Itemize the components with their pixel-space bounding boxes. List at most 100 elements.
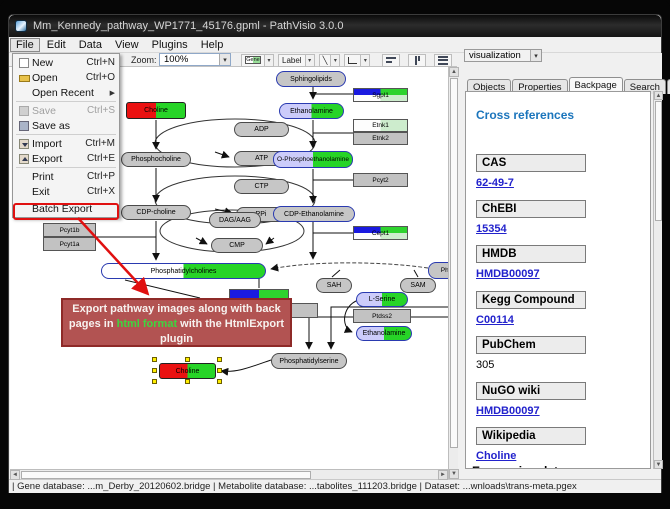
gene-pcyt1a[interactable]: Pcyt1a — [43, 237, 96, 251]
node-l-serine[interactable]: L-Serine — [356, 292, 408, 307]
gene-node-icon: Gene — [245, 56, 261, 64]
file-menu-exit[interactable]: ExitCtrl+X — [13, 184, 119, 199]
node-dag-aag[interactable]: DAG/AAG — [209, 212, 261, 228]
canvas-vscroll-thumb[interactable] — [450, 78, 458, 448]
export-icon — [19, 154, 29, 164]
selection-handle[interactable] — [152, 379, 157, 384]
line-tool-button[interactable]: ╲ — [319, 54, 332, 67]
node-sah[interactable]: SAH — [316, 278, 352, 293]
xref-link-hmdb[interactable]: HMDB00097 — [476, 268, 540, 280]
canvas-scroll-up-icon[interactable]: ▲ — [449, 67, 459, 77]
node-cmp[interactable]: CMP — [211, 238, 263, 253]
file-menu-save[interactable]: SaveCtrl+S — [13, 103, 119, 118]
file-menu-save-as[interactable]: Save as — [13, 118, 119, 133]
file-menu-open[interactable]: OpenCtrl+O — [13, 70, 119, 85]
label-tool-dropdown[interactable]: ▾ — [306, 54, 315, 67]
title-bar: Mm_Kennedy_pathway_WP1771_45176.gpml - P… — [9, 15, 661, 37]
xref-link-chebi[interactable]: 15354 — [476, 223, 507, 235]
gene-etnk2[interactable]: Etnk2 — [353, 132, 408, 145]
annotation-highlight-text: html format — [117, 318, 178, 330]
menu-data[interactable]: Data — [73, 38, 108, 52]
file-menu-export[interactable]: ExportCtrl+E — [13, 151, 119, 166]
xref-link-wikipedia[interactable]: Choline — [476, 450, 516, 462]
gene-sgpl1[interactable]: Sgpl1 — [353, 88, 408, 102]
xref-header-hmdb: HMDB — [476, 245, 586, 263]
node-ethanolamine-bottom[interactable]: Ethanolamine — [356, 326, 412, 341]
cross-references-heading: Cross references — [476, 108, 574, 122]
sidepanel-tabs: ObjectsPropertiesBackpageSearchLegend — [467, 77, 670, 92]
file-menu-import[interactable]: ImportCtrl+M — [13, 136, 119, 151]
node-cdp-choline[interactable]: CDP-choline — [121, 205, 191, 220]
visualization-dropdown-arrow[interactable]: ▾ — [530, 50, 541, 61]
node-cdp-ethanolamine[interactable]: CDP-Ethanolamine — [273, 206, 355, 222]
selection-handle[interactable] — [217, 357, 222, 362]
canvas-scroll-right-icon[interactable]: ► — [438, 470, 448, 480]
gene-tool-button[interactable]: Gene — [241, 54, 265, 67]
file-menu-new[interactable]: NewCtrl+N — [13, 55, 119, 70]
save-as-icon — [19, 121, 29, 131]
canvas-scroll-down-icon[interactable]: ▼ — [449, 469, 459, 479]
gene-etnk1[interactable]: Etnk1 — [353, 119, 408, 132]
menu-help[interactable]: Help — [195, 38, 230, 52]
node-phosphatidylethanolamines[interactable]: Phosphatidylethanolamines — [428, 262, 448, 279]
node-choline-bottom[interactable]: Choline — [159, 363, 216, 379]
line-tool-dropdown[interactable]: ▾ — [331, 54, 340, 67]
gene-pcyt2[interactable]: Pcyt2 — [353, 173, 408, 187]
zoom-value: 100% — [164, 54, 188, 65]
file-menu-print[interactable]: PrintCtrl+P — [13, 169, 119, 184]
node-sam[interactable]: SAM — [400, 278, 436, 293]
connector-tool-dropdown[interactable]: ▾ — [361, 54, 370, 67]
menu-file[interactable]: File — [10, 38, 40, 52]
node-phosphatidylcholines[interactable]: Phosphatidylcholines — [101, 263, 266, 279]
align-center-button[interactable] — [382, 54, 400, 67]
node-phosphocholine[interactable]: Phosphocholine — [121, 152, 191, 167]
xref-link-nugo[interactable]: HMDB00097 — [476, 405, 540, 417]
canvas-horizontal-scrollbar[interactable]: ◄ ► — [10, 469, 448, 479]
panel-scroll-down-icon[interactable]: ▼ — [654, 460, 663, 469]
selection-handle[interactable] — [185, 379, 190, 384]
canvas-scroll-left-icon[interactable]: ◄ — [10, 470, 20, 480]
node-sphingolipids[interactable]: Sphingolipids — [276, 71, 346, 87]
panel-scroll-up-icon[interactable]: ▲ — [654, 91, 663, 100]
zoom-combobox[interactable]: 100% ▾ — [159, 53, 231, 66]
label-tool-button[interactable]: Label — [278, 54, 306, 67]
expression-data-heading: Expression data — [472, 464, 565, 469]
gene-cept1[interactable]: Cept1 — [353, 226, 408, 240]
menu-plugins[interactable]: Plugins — [146, 38, 194, 52]
xref-header-wikipedia: Wikipedia — [476, 427, 586, 445]
align-middle-button[interactable] — [408, 54, 426, 67]
node-ctp[interactable]: CTP — [234, 179, 289, 194]
align-middle-icon — [415, 56, 421, 65]
canvas-vertical-scrollbar[interactable]: ▲ ▼ — [448, 67, 458, 479]
menu-view[interactable]: View — [109, 38, 145, 52]
selection-handle[interactable] — [152, 368, 157, 373]
gene-ptdss2[interactable]: Ptdss2 — [353, 309, 411, 323]
visualization-value: visualization — [469, 50, 521, 61]
menu-edit[interactable]: Edit — [41, 38, 72, 52]
panel-scroll-thumb[interactable] — [655, 101, 662, 221]
panel-scrollbar[interactable]: ▲ ▼ — [653, 91, 662, 469]
node-choline-top[interactable]: Choline — [126, 102, 186, 119]
distribute-horizontal-button[interactable] — [434, 54, 452, 67]
gene-tool-dropdown[interactable]: ▾ — [265, 54, 274, 67]
screenshot-background: Mm_Kennedy_pathway_WP1771_45176.gpml - P… — [0, 0, 670, 509]
node-adp[interactable]: ADP — [234, 122, 289, 137]
xref-link-kegg[interactable]: C00114 — [476, 314, 514, 326]
zoom-dropdown-arrow[interactable]: ▾ — [219, 54, 230, 65]
selection-handle[interactable] — [217, 368, 222, 373]
selection-handle[interactable] — [185, 357, 190, 362]
status-bar: | Gene database: ...m_Derby_20120602.bri… — [9, 479, 661, 493]
connector-tool-button[interactable] — [344, 54, 361, 67]
node-ethanolamine-top[interactable]: Ethanolamine — [279, 103, 344, 119]
xref-link-cas[interactable]: 62-49-7 — [476, 177, 514, 189]
node-phosphatidylserine[interactable]: Phosphatidylserine — [271, 353, 347, 369]
save-icon — [19, 106, 29, 116]
selection-handle[interactable] — [217, 379, 222, 384]
visualization-combobox[interactable]: visualization ▾ — [464, 49, 542, 62]
selection-handle[interactable] — [152, 357, 157, 362]
gene-pcyt1b[interactable]: Pcyt1b — [43, 223, 96, 237]
canvas-hscroll-thumb[interactable] — [21, 471, 311, 479]
file-menu-open-recent[interactable]: Open Recent ▶ — [13, 85, 119, 100]
node-o-phosphoethanolamine[interactable]: O-Phosphoethanolamine — [273, 151, 353, 168]
distribute-horizontal-icon — [438, 56, 448, 65]
